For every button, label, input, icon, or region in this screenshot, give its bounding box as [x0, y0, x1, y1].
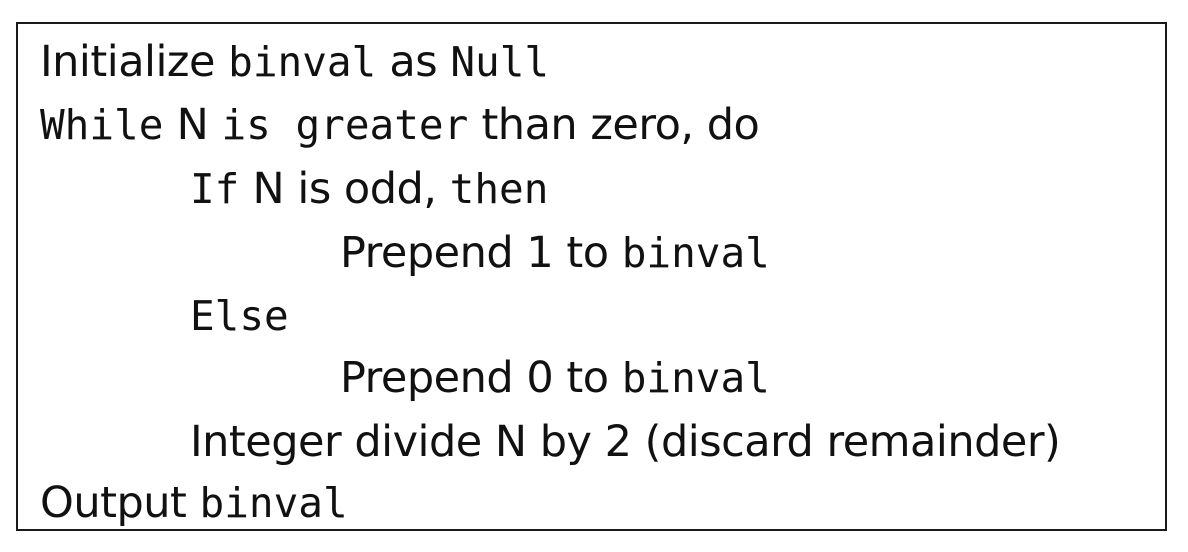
code-binval: binval	[621, 229, 770, 277]
line-prepend-1: Prepend 1 to binval	[340, 223, 770, 283]
text: Prepend 0 to	[340, 353, 622, 403]
text: Prepend 1 to	[340, 228, 622, 278]
line-if: If N is odd, then	[190, 159, 548, 219]
text: as	[376, 37, 451, 87]
text: Integer divide N by 2 (discard remainder…	[190, 417, 1061, 467]
code-is-greater: is greater	[221, 101, 469, 149]
line-else: Else	[190, 286, 289, 346]
line-while: While N is greater than zero, do	[40, 95, 760, 155]
code-if: If	[190, 165, 240, 213]
text: Initialize	[40, 37, 229, 87]
code-null: Null	[450, 38, 550, 86]
text: N	[163, 100, 222, 150]
text: Output	[40, 478, 200, 528]
code-binval: binval	[228, 38, 377, 86]
pseudocode-box: Initialize binval as Null While N is gre…	[16, 22, 1167, 531]
line-integer-divide: Integer divide N by 2 (discard remainder…	[190, 412, 1061, 472]
line-output: Output binval	[40, 473, 348, 533]
text: N is odd,	[239, 164, 450, 214]
line-initialize: Initialize binval as Null	[40, 32, 549, 92]
code-while: While	[40, 101, 164, 149]
text: than zero, do	[468, 100, 760, 150]
code-binval: binval	[199, 479, 348, 527]
line-prepend-0: Prepend 0 to binval	[340, 348, 770, 408]
code-else: Else	[190, 292, 289, 340]
code-binval: binval	[621, 354, 770, 402]
code-then: then	[449, 165, 549, 213]
